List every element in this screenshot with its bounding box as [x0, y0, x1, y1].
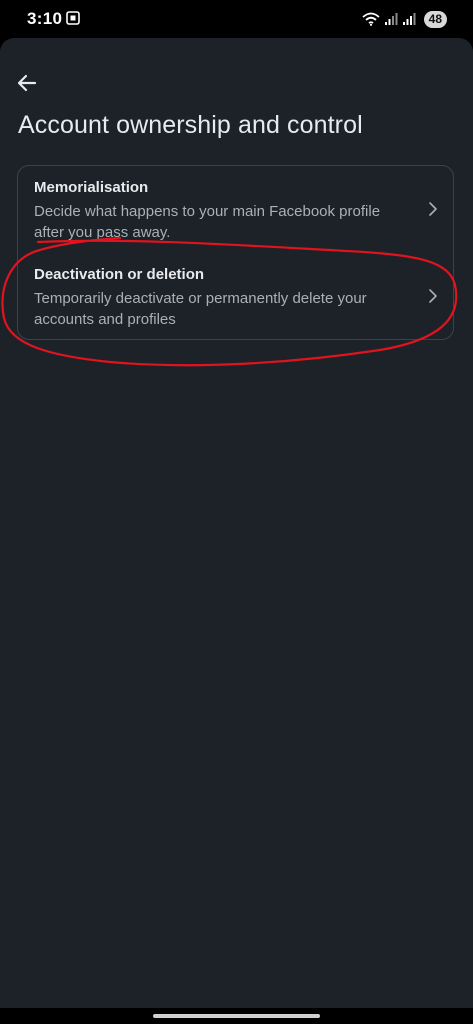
navigation-bar [0, 1008, 473, 1024]
signal-icon-2 [402, 13, 416, 25]
back-button[interactable] [12, 68, 42, 98]
arrow-left-icon [17, 74, 37, 92]
option-title: Deactivation or deletion [34, 266, 205, 283]
options-card: Memorialisation Decide what happens to y… [17, 165, 454, 340]
signal-icon [384, 13, 398, 25]
status-bar: 3:10 48 [0, 0, 473, 38]
home-indicator[interactable] [153, 1014, 320, 1018]
chevron-right-icon [429, 289, 437, 303]
screen-record-icon [66, 11, 80, 25]
page-title: Account ownership and control [18, 111, 363, 139]
settings-sheet: Account ownership and control Memorialis… [0, 38, 473, 1008]
option-title: Memorialisation [34, 179, 149, 196]
option-memorialisation[interactable]: Memorialisation Decide what happens to y… [18, 166, 453, 253]
battery-badge: 48 [423, 10, 447, 28]
status-icons: 48 [362, 10, 447, 28]
option-description: Decide what happens to your main Faceboo… [34, 203, 381, 241]
wifi-icon [362, 12, 380, 26]
phone-screen: 3:10 48 Account ownership and control Me… [0, 0, 473, 1024]
option-deactivation-deletion[interactable]: Deactivation or deletion Temporarily dea… [18, 253, 453, 339]
status-time: 3:10 [27, 9, 63, 28]
chevron-right-icon [429, 202, 437, 216]
option-description: Temporarily deactivate or permanently de… [34, 290, 367, 328]
